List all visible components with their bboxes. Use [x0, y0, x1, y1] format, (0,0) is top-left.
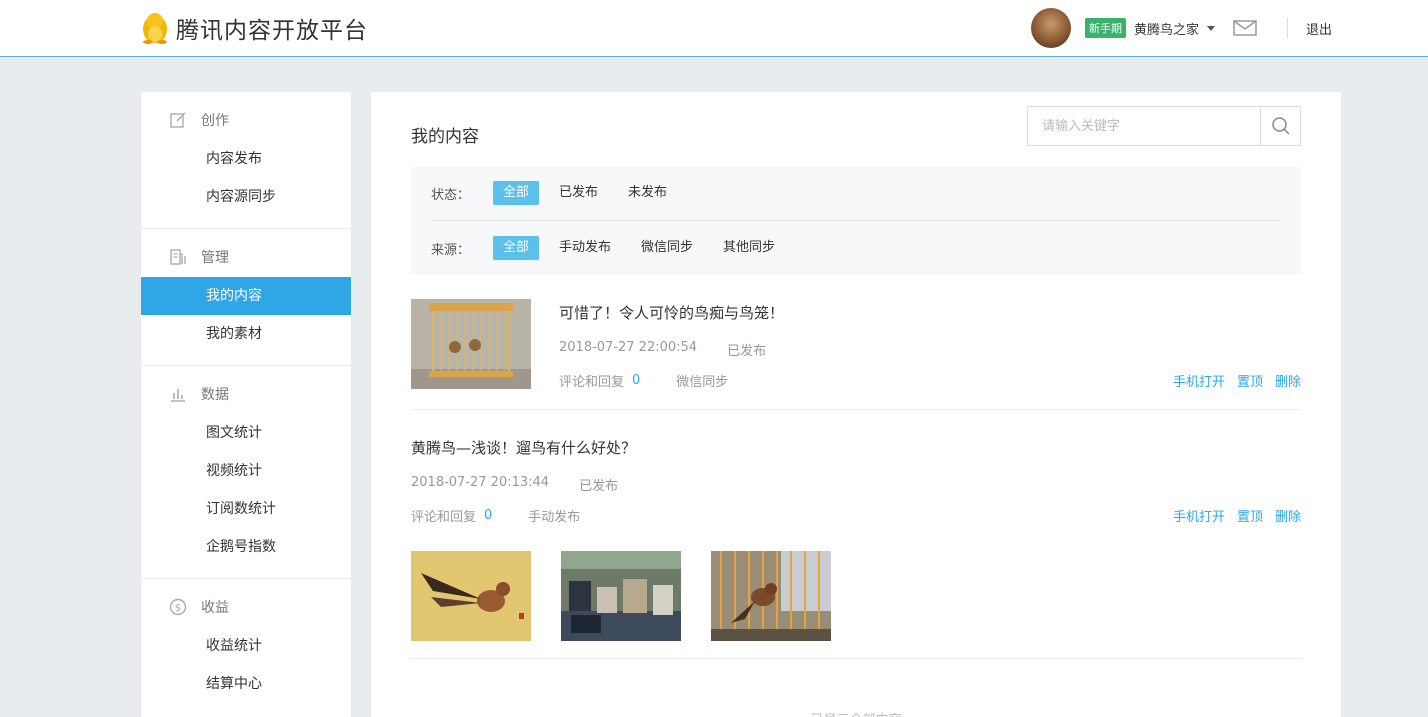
article-source: 手动发布 [528, 510, 581, 525]
sidebar-item-my-materials[interactable]: 我的素材 [141, 315, 351, 353]
article-title[interactable]: 可惜了！令人可怜的鸟痴与鸟笼！ [559, 302, 784, 323]
manage-icon [170, 249, 186, 265]
status-filter-label: 状态： [431, 187, 471, 203]
article-item: 黄腾鸟—浅谈！遛鸟有什么好处？ 2018-07-27 20:13:44 已发布 … [411, 410, 1301, 659]
sidebar-item-income-stats[interactable]: 收益统计 [141, 627, 351, 665]
source-filter: 来源： 全部 手动发布 微信同步 其他同步 [431, 236, 795, 260]
article-image[interactable] [711, 551, 831, 641]
logout-link[interactable]: 退出 [1306, 19, 1332, 38]
sidebar-group-title: 数据 [141, 384, 351, 404]
article-status: 已发布 [579, 479, 619, 494]
article-source: 微信同步 [676, 375, 729, 390]
sidebar-item-video-stats[interactable]: 视频统计 [141, 452, 351, 490]
article-meta: 2018-07-27 20:13:44 已发布 [411, 475, 648, 494]
filter-panel: 状态： 全部 已发布 未发布 来源： 全部 手动发布 微信同步 其他同步 [411, 167, 1301, 274]
comments-label: 评论和回复 [411, 510, 477, 525]
page-title: 我的内容 [411, 127, 479, 147]
chevron-down-icon[interactable] [1206, 25, 1215, 31]
delete-link[interactable]: 删除 [1275, 371, 1301, 390]
source-all-chip[interactable]: 全部 [493, 236, 540, 260]
status-published-chip[interactable]: 已发布 [549, 181, 608, 205]
search-input[interactable] [1028, 107, 1260, 145]
search-box [1027, 106, 1301, 146]
logo-text: 腾讯内容开放平台 [176, 18, 368, 44]
sidebar-item-article-stats[interactable]: 图文统计 [141, 414, 351, 452]
filter-divider [431, 220, 1281, 221]
sidebar-item-penguin-index[interactable]: 企鹅号指数 [141, 528, 351, 566]
article-image[interactable] [411, 551, 531, 641]
sidebar-item-source-sync[interactable]: 内容源同步 [141, 178, 351, 216]
status-badge: 新手期 [1084, 18, 1126, 38]
edit-icon [170, 112, 186, 128]
article-stats: 评论和回复 0 手动发布 [411, 506, 580, 525]
avatar[interactable] [1030, 8, 1071, 48]
user-area: 新手期 黄腾鸟之家 退出 [1030, 8, 1332, 48]
source-other-chip[interactable]: 其他同步 [713, 236, 785, 260]
comments-label: 评论和回复 [559, 375, 625, 390]
article-meta: 2018-07-27 22:00:54 已发布 [559, 340, 796, 359]
article-actions: 手机打开 置顶 删除 [1161, 371, 1301, 390]
open-on-mobile-link[interactable]: 手机打开 [1173, 371, 1225, 390]
source-filter-label: 来源： [431, 242, 471, 258]
sidebar-item-my-content[interactable]: 我的内容 [141, 277, 351, 315]
sidebar-group-title: $ 收益 [141, 597, 351, 617]
status-filter: 状态： 全部 已发布 未发布 [431, 181, 687, 205]
dollar-icon: $ [169, 598, 187, 616]
sidebar-item-settlement[interactable]: 结算中心 [141, 665, 351, 703]
article-status: 已发布 [727, 344, 767, 359]
sidebar-group-data: 数据 图文统计 视频统计 订阅数统计 企鹅号指数 [141, 366, 351, 579]
sidebar-group-title: 创作 [141, 110, 351, 130]
source-wechat-chip[interactable]: 微信同步 [631, 236, 703, 260]
mail-icon[interactable] [1233, 20, 1257, 36]
source-manual-chip[interactable]: 手动发布 [549, 236, 621, 260]
sidebar-group-manage: 管理 我的内容 我的素材 [141, 229, 351, 366]
penguin-logo-icon [143, 13, 167, 44]
status-all-chip[interactable]: 全部 [493, 181, 540, 205]
delete-link[interactable]: 删除 [1275, 506, 1301, 525]
status-unpublished-chip[interactable]: 未发布 [618, 181, 677, 205]
comments-count[interactable]: 0 [632, 373, 640, 388]
comments-count[interactable]: 0 [484, 508, 492, 523]
end-of-list-note: 已显示全部内容 [371, 709, 1341, 717]
article-datetime: 2018-07-27 22:00:54 [559, 340, 698, 355]
article-datetime: 2018-07-27 20:13:44 [411, 475, 550, 490]
article-thumbnail[interactable] [411, 299, 531, 389]
main-panel: 我的内容 状态： 全部 已发布 未发布 来源： 全部 手动发布 微信同步 其他同… [371, 92, 1341, 717]
username[interactable]: 黄腾鸟之家 [1134, 19, 1199, 38]
pin-top-link[interactable]: 置顶 [1237, 506, 1263, 525]
chart-icon [171, 389, 185, 402]
sidebar-group-create: 创作 内容发布 内容源同步 [141, 92, 351, 229]
article-stats: 评论和回复 0 微信同步 [559, 371, 728, 390]
article-image[interactable] [561, 551, 681, 641]
logo[interactable]: 腾讯内容开放平台 [140, 11, 368, 45]
search-button[interactable] [1260, 107, 1300, 145]
header-divider [1286, 18, 1288, 38]
search-icon [1271, 117, 1290, 135]
pin-top-link[interactable]: 置顶 [1237, 371, 1263, 390]
article-title[interactable]: 黄腾鸟—浅谈！遛鸟有什么好处？ [411, 437, 636, 458]
sidebar-group-title: 管理 [141, 247, 351, 267]
svg-text:$: $ [175, 603, 181, 614]
article-item: 可惜了！令人可怜的鸟痴与鸟笼！ 2018-07-27 22:00:54 已发布 … [411, 299, 1301, 410]
top-header: 腾讯内容开放平台 新手期 黄腾鸟之家 退出 [0, 0, 1428, 57]
sidebar-item-content-publish[interactable]: 内容发布 [141, 140, 351, 178]
sidebar-group-income: $ 收益 收益统计 结算中心 [141, 579, 351, 715]
sidebar: 创作 内容发布 内容源同步 管理 我的内容 我的素材 数据 图文统计 视频统计 … [141, 92, 351, 717]
article-actions: 手机打开 置顶 删除 [1161, 506, 1301, 525]
sidebar-item-subscriber-stats[interactable]: 订阅数统计 [141, 490, 351, 528]
open-on-mobile-link[interactable]: 手机打开 [1173, 506, 1225, 525]
